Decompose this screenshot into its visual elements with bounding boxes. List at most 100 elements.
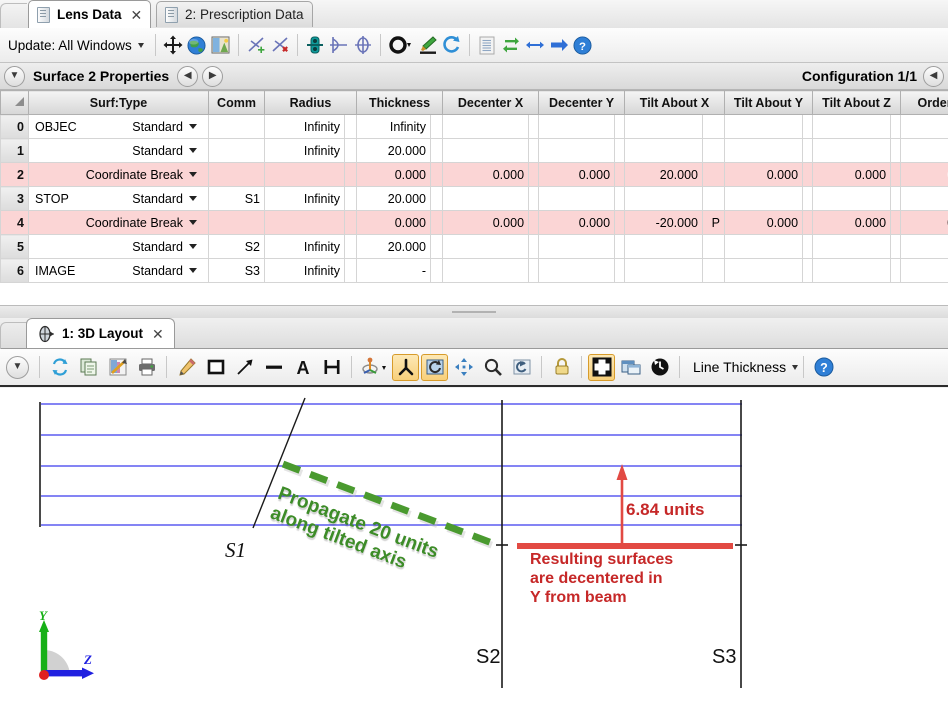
- print-icon[interactable]: [133, 354, 160, 381]
- comment-cell[interactable]: [208, 210, 265, 235]
- swap-arrows-icon[interactable]: [499, 33, 523, 57]
- line-thickness-dropdown[interactable]: Line Thickness: [693, 359, 799, 375]
- converge-arrows-icon[interactable]: [523, 33, 547, 57]
- surf-type-cell[interactable]: Coordinate Break: [28, 162, 209, 187]
- tilt-y-cell[interactable]: [724, 186, 804, 211]
- column-header-decenter-x[interactable]: Decenter X: [442, 90, 540, 115]
- chevron-down-icon[interactable]: [189, 220, 197, 225]
- decenter-x-flag-cell[interactable]: [528, 186, 540, 211]
- close-icon[interactable]: ✕: [131, 8, 143, 22]
- paint-brush-icon[interactable]: [416, 33, 440, 57]
- fit-window-icon[interactable]: [588, 353, 615, 381]
- decenter-x-cell[interactable]: 0.000: [442, 162, 530, 187]
- tilt-z-flag-cell[interactable]: [890, 186, 902, 211]
- decenter-x-cell[interactable]: [442, 114, 530, 139]
- thickness-cell[interactable]: Infinity: [356, 114, 431, 139]
- tab-lens-data[interactable]: Lens Data ✕: [28, 0, 152, 28]
- traffic-light-icon[interactable]: [303, 33, 327, 57]
- line-icon[interactable]: [260, 354, 287, 381]
- decenter-y-flag-cell[interactable]: [614, 234, 626, 259]
- thickness-flag-cell[interactable]: [429, 186, 444, 211]
- decenter-x-cell[interactable]: [442, 186, 530, 211]
- 3d-layout-canvas[interactable]: Y Z S1 S2 S3 Propagate 20 units along ti…: [0, 388, 948, 704]
- radius-cell[interactable]: Infinity: [264, 258, 345, 283]
- tilt-x-flag-cell[interactable]: [702, 234, 726, 259]
- thickness-flag-cell[interactable]: [429, 114, 444, 139]
- row-index[interactable]: 5: [0, 234, 29, 259]
- radius-flag-cell[interactable]: [344, 186, 357, 211]
- row-index[interactable]: 3: [0, 186, 29, 211]
- surf-type-cell[interactable]: IMAGE Standard: [28, 258, 209, 283]
- decenter-x-flag-cell[interactable]: [528, 234, 540, 259]
- tilt-z-flag-cell[interactable]: [890, 162, 902, 187]
- thickness-flag-cell[interactable]: [429, 258, 444, 283]
- order-cell[interactable]: [900, 258, 948, 283]
- text-icon[interactable]: A: [289, 354, 316, 381]
- image-icon[interactable]: [209, 33, 233, 57]
- tilt-x-cell[interactable]: [624, 258, 704, 283]
- rotate-3d-icon[interactable]: [358, 354, 390, 381]
- circle-aperture-icon[interactable]: [386, 33, 416, 57]
- tilt-x-cell[interactable]: [624, 114, 704, 139]
- radius-flag-cell[interactable]: [344, 234, 357, 259]
- half-field-icon[interactable]: [327, 33, 351, 57]
- tilt-y-flag-cell[interactable]: [802, 210, 814, 235]
- column-header-tilt-about-z[interactable]: Tilt About Z: [812, 90, 902, 115]
- radius-cell[interactable]: Infinity: [264, 234, 345, 259]
- clock-icon[interactable]: [646, 354, 673, 381]
- refresh-icon[interactable]: [46, 354, 73, 381]
- decenter-y-flag-cell[interactable]: [614, 162, 626, 187]
- radius-flag-cell[interactable]: [344, 258, 357, 283]
- thickness-cell[interactable]: -: [356, 258, 431, 283]
- decenter-x-flag-cell[interactable]: [528, 210, 540, 235]
- tilt-y-cell[interactable]: [724, 114, 804, 139]
- tab-3d-layout[interactable]: 1: 3D Layout ✕: [26, 318, 175, 348]
- window-splitter[interactable]: [0, 305, 948, 319]
- lock-icon[interactable]: [548, 354, 575, 381]
- chevron-down-icon[interactable]: [189, 268, 197, 273]
- order-cell[interactable]: [900, 186, 948, 211]
- order-cell[interactable]: [900, 234, 948, 259]
- order-cell[interactable]: [900, 138, 948, 163]
- comment-cell[interactable]: S2: [208, 234, 265, 259]
- comment-cell[interactable]: [208, 114, 265, 139]
- row-index[interactable]: 0: [0, 114, 29, 139]
- table-row[interactable]: 1 Standard Infinity 20.000: [0, 138, 948, 163]
- decenter-x-cell[interactable]: [442, 258, 530, 283]
- decenter-x-flag-cell[interactable]: [528, 138, 540, 163]
- decenter-y-flag-cell[interactable]: [614, 114, 626, 139]
- order-cell-selected[interactable]: 0: [900, 162, 948, 187]
- tilt-z-cell[interactable]: [812, 258, 892, 283]
- lens-data-editor[interactable]: Surf:Type Comm Radius Thickness Decenter…: [0, 90, 948, 305]
- tilt-y-cell[interactable]: 0.000: [724, 162, 804, 187]
- order-cell[interactable]: [900, 114, 948, 139]
- tilt-x-cell[interactable]: [624, 186, 704, 211]
- comment-cell[interactable]: S1: [208, 186, 265, 211]
- row-index[interactable]: 6: [0, 258, 29, 283]
- decenter-x-cell[interactable]: [442, 138, 530, 163]
- column-header-thickness[interactable]: Thickness: [355, 90, 444, 115]
- chevron-down-icon[interactable]: [189, 244, 197, 249]
- pencil-icon[interactable]: [173, 354, 200, 381]
- decenter-y-cell[interactable]: 0.000: [538, 162, 616, 187]
- rectangle-icon[interactable]: [202, 354, 229, 381]
- column-header-radius[interactable]: Radius: [264, 90, 357, 115]
- row-index[interactable]: 4: [0, 210, 29, 235]
- comment-cell[interactable]: S3: [208, 258, 265, 283]
- tilt-z-cell[interactable]: [812, 138, 892, 163]
- tilt-z-flag-cell[interactable]: [890, 210, 902, 235]
- comment-cell[interactable]: [208, 138, 265, 163]
- radius-flag-cell[interactable]: [344, 114, 357, 139]
- tilt-x-flag-cell[interactable]: [702, 114, 726, 139]
- radius-cell[interactable]: [264, 162, 345, 187]
- order-cell[interactable]: 0: [900, 210, 948, 235]
- column-header-comment[interactable]: Comm: [208, 90, 265, 115]
- report-icon[interactable]: [475, 33, 499, 57]
- ray-aim-add-icon[interactable]: [244, 33, 268, 57]
- help-icon[interactable]: ?: [571, 33, 595, 57]
- save-icon[interactable]: [104, 354, 131, 381]
- surf-type-cell[interactable]: Standard: [28, 234, 209, 259]
- row-index[interactable]: 1: [0, 138, 29, 163]
- detach-window-icon[interactable]: [617, 354, 644, 381]
- tilt-x-flag-cell[interactable]: [702, 186, 726, 211]
